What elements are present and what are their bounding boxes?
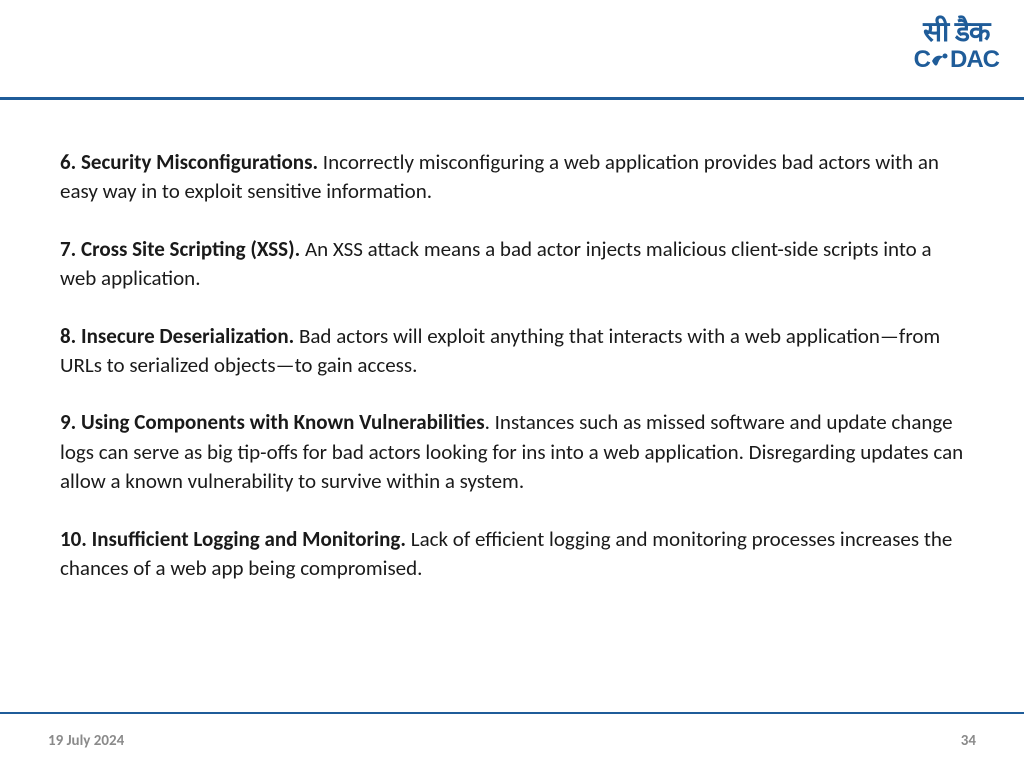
item-title: 9. Using Components with Known Vulnerabi… xyxy=(60,409,485,435)
slide-footer: 19 July 2024 34 xyxy=(0,712,1024,768)
slide-header: सी डैक C DAC xyxy=(0,0,1024,100)
slide-content: 6. Security Misconfigurations. Incorrect… xyxy=(0,100,1024,631)
item-title: 8. Insecure Deserialization. xyxy=(60,323,294,349)
footer-page-number: 34 xyxy=(961,732,976,750)
list-item: 10. Insufficient Logging and Monitoring.… xyxy=(60,525,964,584)
list-item: 7. Cross Site Scripting (XSS). An XSS at… xyxy=(60,235,964,294)
logo-letter-c: C xyxy=(914,46,930,74)
logo-hindi-text: सी डैक xyxy=(923,18,989,46)
item-title: 6. Security Misconfigurations. xyxy=(60,149,318,175)
item-title: 10. Insufficient Logging and Monitoring. xyxy=(60,526,406,552)
footer-date: 19 July 2024 xyxy=(48,732,124,750)
list-item: 8. Insecure Deserialization. Bad actors … xyxy=(60,322,964,381)
list-item: 6. Security Misconfigurations. Incorrect… xyxy=(60,148,964,207)
list-item: 9. Using Components with Known Vulnerabi… xyxy=(60,408,964,496)
logo-swoosh-icon xyxy=(930,50,950,70)
item-title: 7. Cross Site Scripting (XSS). xyxy=(60,236,300,262)
logo-letters-dac: DAC xyxy=(950,46,999,74)
logo-english-text: C DAC xyxy=(914,46,999,74)
cdac-logo: सी डैक C DAC xyxy=(914,18,999,74)
